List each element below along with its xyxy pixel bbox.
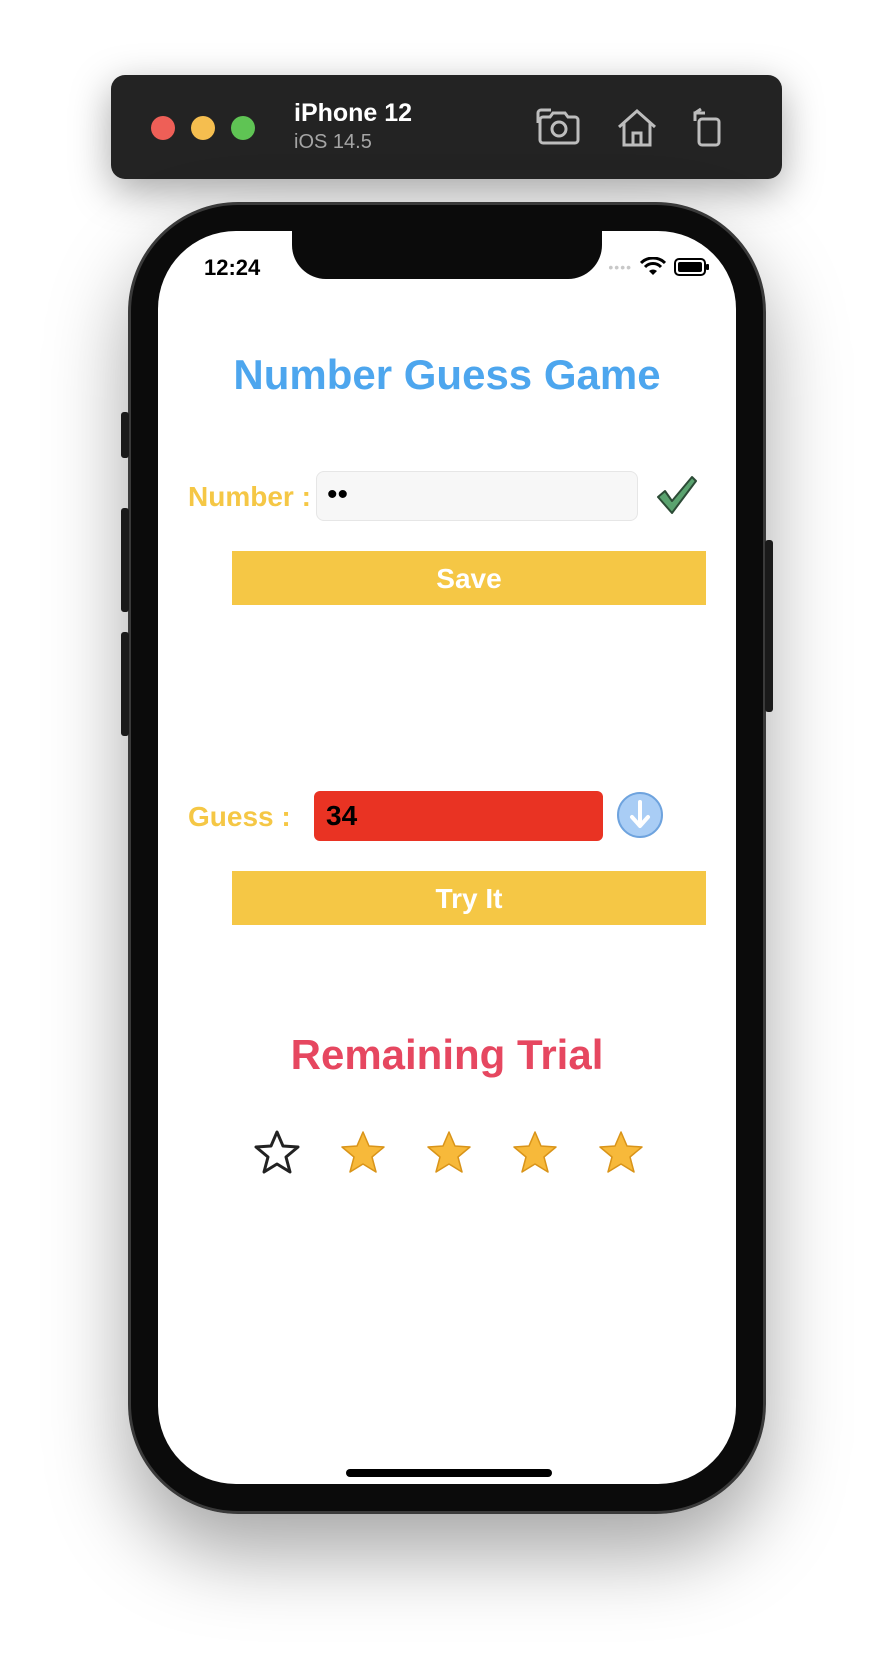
guess-input[interactable]: 34 (314, 791, 603, 841)
side-power-button[interactable] (765, 540, 773, 712)
remaining-trial-title: Remaining Trial (290, 1031, 604, 1078)
os-version: iOS 14.5 (294, 131, 372, 153)
home-indicator[interactable] (346, 1469, 552, 1477)
number-label: Number : (188, 481, 311, 512)
home-icon[interactable] (613, 103, 661, 151)
save-button[interactable]: Save (232, 551, 706, 605)
volume-up-button[interactable] (121, 508, 129, 612)
rotate-icon[interactable] (685, 103, 733, 151)
close-window-button[interactable] (151, 116, 175, 140)
status-time: 12:24 (204, 255, 261, 280)
secret-number-field[interactable]: •• (316, 471, 638, 521)
phone-screen: 12:24 •••• Number Guess Game Number : ••… (158, 231, 736, 1484)
star-filled-icon (427, 1131, 471, 1173)
screenshot-icon[interactable] (535, 103, 583, 151)
star-empty-icon (254, 1130, 300, 1174)
status-icons: •••• (608, 257, 710, 277)
star-filled-icon (599, 1131, 643, 1173)
app-title: Number Guess Game (233, 351, 661, 398)
zoom-window-button[interactable] (231, 116, 255, 140)
device-name: iPhone 12 (294, 99, 413, 127)
try-it-button[interactable]: Try It (232, 871, 706, 925)
cellular-signal-icon: •••• (608, 259, 632, 275)
minimize-window-button[interactable] (191, 116, 215, 140)
simulator-title-bar: iPhone 12 iOS 14.5 (111, 75, 782, 179)
arrow-down-hint-icon (617, 792, 663, 838)
mute-switch[interactable] (121, 412, 129, 458)
guess-label: Guess : (188, 801, 291, 832)
checkmark-icon (657, 476, 697, 514)
star-filled-icon (341, 1131, 385, 1173)
volume-down-button[interactable] (121, 632, 129, 736)
wifi-icon (640, 257, 666, 275)
star-filled-icon (513, 1131, 557, 1173)
notch (292, 231, 602, 279)
battery-icon (674, 258, 709, 276)
